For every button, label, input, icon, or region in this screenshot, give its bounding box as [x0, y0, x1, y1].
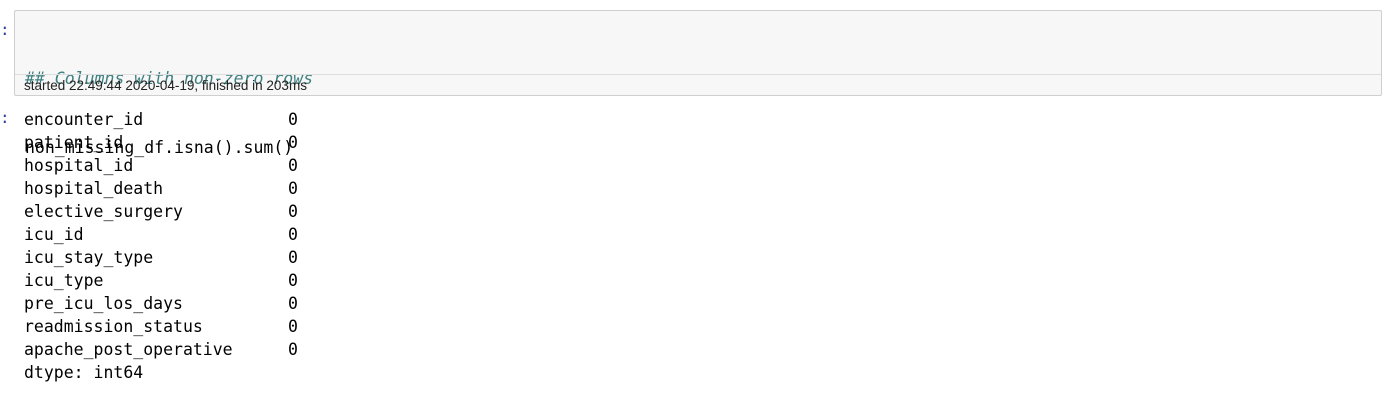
missing-count: 0 [288, 271, 298, 290]
output-row: readmission_status 0 [24, 315, 298, 338]
missing-count: 0 [288, 133, 298, 152]
missing-count: 0 [288, 225, 298, 244]
missing-count: 0 [288, 294, 298, 313]
output-row: encounter_id 0 [24, 108, 298, 131]
output-row: apache_post_operative 0 [24, 338, 298, 361]
column-name: hospital_death [24, 179, 164, 198]
dtype-line: dtype: int64 [24, 363, 144, 382]
input-prompt: : [0, 20, 10, 39]
execution-time-status: started 22:49:44 2020-04-19, finished in… [15, 74, 1381, 96]
missing-count: 0 [288, 340, 298, 359]
output-row: icu_type 0 [24, 269, 298, 292]
column-name: elective_surgery [24, 202, 183, 221]
column-name: encounter_id [24, 110, 144, 129]
column-name: icu_type [24, 271, 104, 290]
column-name: patient_id [24, 133, 124, 152]
missing-count: 0 [288, 110, 298, 129]
column-name: hospital_id [24, 156, 134, 175]
output-row: hospital_id 0 [24, 154, 298, 177]
missing-count: 0 [288, 156, 298, 175]
output-row: patient_id 0 [24, 131, 298, 154]
missing-count: 0 [288, 179, 298, 198]
output-prompt: : [0, 108, 10, 127]
output-area: encounter_id 0 patient_id 0 hospital_id 0 hosp… [24, 108, 298, 384]
missing-count: 0 [288, 317, 298, 336]
output-row: icu_id 0 [24, 223, 298, 246]
output-series-rows: encounter_id 0 patient_id 0 hospital_id 0 hosp… [24, 108, 298, 361]
output-row: pre_icu_los_days 0 [24, 292, 298, 315]
output-row: elective_surgery 0 [24, 200, 298, 223]
output-row: hospital_death 0 [24, 177, 298, 200]
column-name: icu_stay_type [24, 248, 154, 267]
output-row: icu_stay_type 0 [24, 246, 298, 269]
code-input-cell[interactable]: ## Columns with non-zero rows non_missin… [14, 10, 1382, 157]
column-name: icu_id [24, 225, 84, 244]
column-name: readmission_status [24, 317, 203, 336]
column-name: pre_icu_los_days [24, 294, 183, 313]
column-name: apache_post_operative [24, 340, 233, 359]
missing-count: 0 [288, 202, 298, 221]
missing-count: 0 [288, 248, 298, 267]
